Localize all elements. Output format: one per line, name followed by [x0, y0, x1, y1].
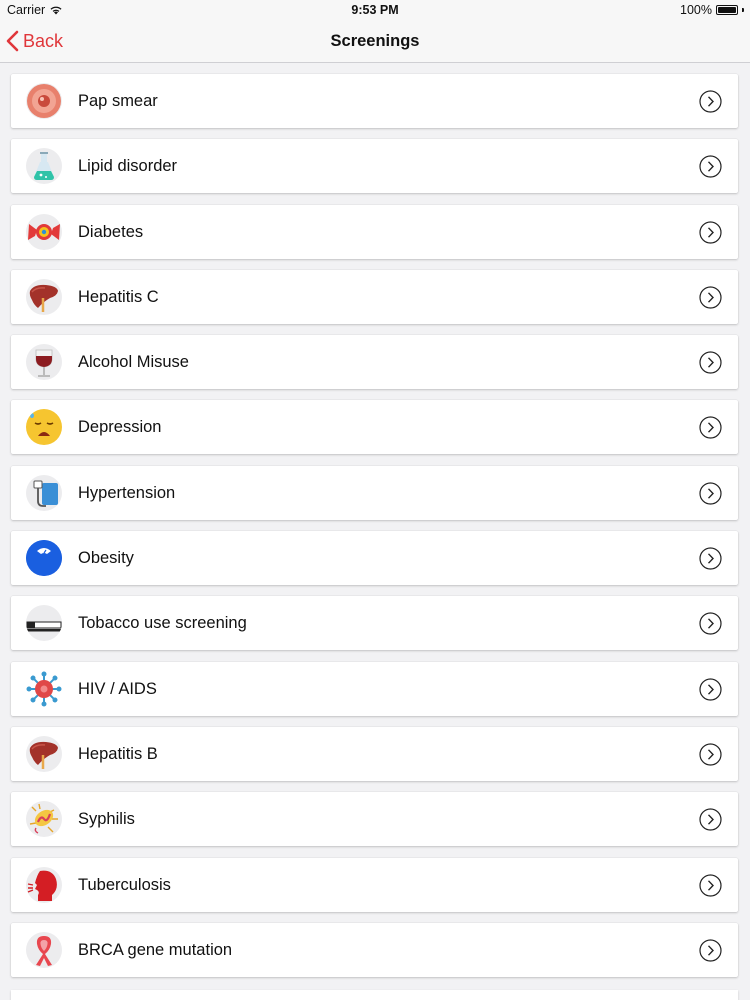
list-item-partial[interactable] [11, 990, 738, 1000]
list-item-label: Tuberculosis [78, 875, 171, 894]
list-item-diabetes[interactable]: Diabetes [11, 204, 738, 259]
list-item-hypertension[interactable]: Hypertension [11, 465, 738, 520]
list-item-lipid-disorder[interactable]: Lipid disorder [11, 139, 738, 194]
coughing-head-icon [26, 866, 62, 903]
chevron-right-circle-icon [699, 612, 722, 635]
list-item-hepatitis-c[interactable]: Hepatitis C [11, 269, 738, 324]
list-item-hepatitis-b[interactable]: Hepatitis B [11, 726, 738, 781]
list-item-label: Diabetes [78, 222, 144, 241]
list-item-label: Lipid disorder [78, 157, 178, 176]
chevron-right-circle-icon [699, 808, 722, 831]
list-item-label: Hypertension [78, 483, 176, 502]
list-item-label: Syphilis [78, 810, 135, 829]
list-item-tuberculosis[interactable]: Tuberculosis [11, 857, 738, 912]
list-item-syphilis[interactable]: Syphilis [11, 792, 738, 847]
list-item-label: Obesity [78, 549, 134, 568]
list-item-label: Tobacco use screening [78, 614, 247, 633]
battery-icon [716, 5, 738, 15]
list-item-label: Hepatitis B [78, 744, 158, 763]
chevron-right-circle-icon [699, 547, 722, 570]
chevron-right-circle-icon [699, 482, 722, 505]
battery-indicator: 100% [680, 3, 744, 17]
ribbon-icon [26, 931, 62, 968]
screening-list: Pap smear Lipid disorder Diabetes Hepati… [11, 74, 738, 988]
clock: 9:53 PM [351, 3, 399, 17]
chevron-right-circle-icon [699, 286, 722, 309]
list-item-hiv-aids[interactable]: HIV / AIDS [11, 661, 738, 716]
sad-face-icon [26, 409, 62, 446]
list-item-label: Depression [78, 418, 162, 437]
chevron-right-circle-icon [699, 416, 722, 440]
chevron-right-circle-icon [699, 678, 722, 701]
list-item-obesity[interactable]: Obesity [11, 531, 738, 586]
scale-icon [26, 540, 62, 577]
blood-pressure-icon [26, 474, 62, 511]
list-item-depression[interactable]: Depression [11, 400, 738, 455]
list-item-label: BRCA gene mutation [78, 940, 233, 959]
wine-glass-icon [26, 344, 62, 381]
list-item-brca-gene-mutation[interactable]: BRCA gene mutation [11, 922, 738, 977]
chevron-right-circle-icon [699, 939, 722, 962]
candy-icon [26, 213, 62, 250]
chevron-right-circle-icon [699, 90, 722, 113]
bacterium-icon [26, 801, 62, 838]
status-bar: Carrier 9:53 PM 100% [0, 0, 750, 20]
navigation-bar: Back Screenings [0, 20, 750, 63]
flask-icon [26, 148, 62, 185]
list-item-tobacco-use-screening[interactable]: Tobacco use screening [11, 596, 738, 651]
list-item-label: Hepatitis C [78, 287, 159, 306]
list-item-label: Pap smear [78, 92, 158, 110]
cell-icon [26, 83, 62, 119]
list-item-label: HIV / AIDS [78, 679, 157, 698]
cigarette-icon [26, 605, 62, 642]
liver-icon [26, 735, 62, 772]
virus-icon [26, 671, 62, 707]
chevron-right-circle-icon [699, 220, 722, 244]
list-item-label: Alcohol Misuse [78, 353, 189, 372]
page-title: Screenings [330, 32, 420, 50]
chevron-right-circle-icon [699, 351, 722, 374]
battery-percent: 100% [680, 3, 712, 17]
list-item-pap-smear[interactable]: Pap smear [11, 74, 738, 128]
chevron-right-circle-icon [699, 743, 722, 766]
chevron-right-circle-icon [699, 155, 722, 178]
list-item-alcohol-misuse[interactable]: Alcohol Misuse [11, 335, 738, 390]
chevron-right-circle-icon [699, 873, 722, 897]
liver-icon [26, 278, 62, 315]
